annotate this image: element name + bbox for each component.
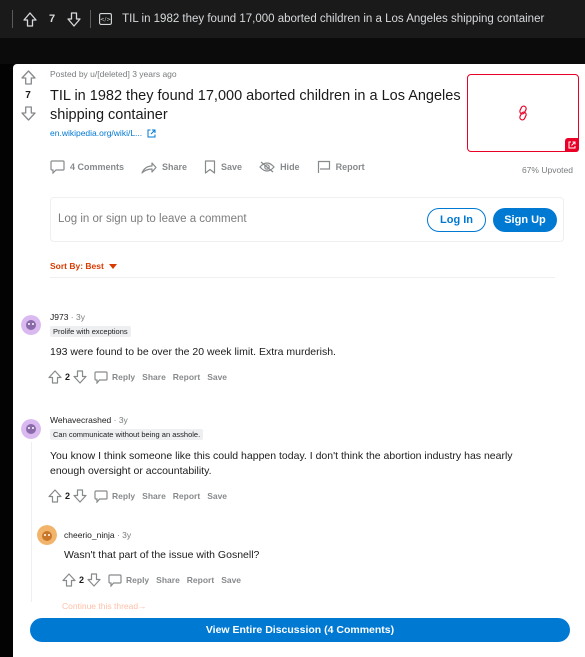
comment-age: · 3y: [68, 312, 85, 322]
post-score: 7: [25, 90, 31, 101]
report-button[interactable]: Report: [317, 160, 365, 174]
svg-text:</>: </>: [100, 17, 111, 23]
post-card: 7 Posted by u/[deleted] 3 years ago TIL …: [13, 64, 585, 657]
report-button[interactable]: Report: [173, 491, 200, 501]
link-icon: [516, 105, 530, 121]
flag-icon: [317, 160, 331, 174]
downvote-icon[interactable]: [20, 106, 36, 121]
comment-author[interactable]: J973 · 3y: [50, 312, 85, 322]
comment-icon: [50, 160, 65, 174]
comment-icon: [108, 573, 122, 587]
background-strip: [0, 38, 585, 64]
post-type-icon: </>: [99, 13, 113, 25]
hide-button[interactable]: Hide: [259, 161, 300, 173]
reply-button[interactable]: Reply: [94, 489, 136, 503]
report-button[interactable]: Report: [173, 372, 200, 382]
top-score: 7: [49, 13, 56, 25]
post-actions: 4 Comments Share Save Hide Report: [50, 160, 382, 174]
comment-body: You know I think someone like this could…: [50, 450, 513, 477]
view-entire-discussion-button[interactable]: View Entire Discussion (4 Comments): [30, 618, 570, 642]
comment-author[interactable]: Wehavecrashed · 3y: [50, 415, 128, 425]
comment-score: 2: [65, 372, 71, 382]
post-domain-link[interactable]: en.wikipedia.org/wiki/L...: [50, 128, 156, 138]
reply-button[interactable]: Reply: [108, 573, 150, 587]
share-button[interactable]: Share: [156, 575, 180, 585]
comment-score: 2: [65, 491, 71, 501]
avatar[interactable]: [37, 525, 57, 545]
upvote-icon[interactable]: [20, 70, 36, 85]
reply-button[interactable]: Reply: [94, 370, 136, 384]
reply-label: Reply: [126, 575, 150, 585]
thread-line[interactable]: [31, 442, 32, 602]
comment-score: 2: [79, 575, 85, 585]
hide-eye-icon: [259, 161, 275, 173]
divider: [50, 277, 555, 278]
author-name[interactable]: cheerio_ninja: [64, 530, 115, 540]
signup-button[interactable]: Sign Up: [493, 208, 557, 232]
caret-down-icon: [108, 263, 117, 269]
comment-icon: [94, 489, 108, 503]
post-title[interactable]: TIL in 1982 they found 17,000 aborted ch…: [50, 87, 470, 125]
upvote-icon[interactable]: [62, 573, 76, 587]
divider: [12, 10, 13, 28]
comment-author[interactable]: cheerio_ninja · 3y: [64, 530, 131, 540]
external-link-icon: [565, 138, 579, 152]
author-name[interactable]: Wehavecrashed: [50, 415, 111, 425]
downvote-icon[interactable]: [67, 11, 81, 27]
downvote-icon[interactable]: [87, 573, 101, 587]
sort-label: Sort By: Best: [50, 261, 104, 271]
avatar[interactable]: [21, 315, 41, 335]
share-button[interactable]: Share: [142, 491, 166, 501]
comment-age: · 3y: [114, 530, 132, 540]
comment-actions: 2 Reply Share Report Save: [48, 489, 227, 503]
save-button[interactable]: Save: [221, 575, 241, 585]
login-button[interactable]: Log In: [427, 208, 486, 232]
save-label: Save: [221, 162, 243, 172]
post-meta: Posted by u/[deleted] 3 years ago: [50, 69, 177, 79]
upvote-icon[interactable]: [23, 11, 37, 27]
upvote-icon[interactable]: [48, 489, 62, 503]
vote-column: 7: [19, 70, 37, 121]
comment-body: Wasn't that part of the issue with Gosne…: [64, 549, 260, 561]
share-label: Share: [162, 162, 188, 172]
comment-actions: 2 Reply Share Report Save: [62, 573, 241, 587]
divider: [90, 10, 92, 28]
external-link-icon: [147, 129, 156, 138]
comments-button[interactable]: 4 Comments: [50, 160, 124, 174]
login-prompt-box: Log in or sign up to leave a comment Log…: [50, 197, 564, 242]
sort-dropdown[interactable]: Sort By: Best: [50, 261, 117, 271]
user-flair: Can communicate without being an asshole…: [50, 429, 204, 440]
user-flair: Prolife with exceptions: [50, 326, 131, 337]
upvote-ratio: 67% Upvoted: [521, 165, 573, 175]
top-post-title[interactable]: TIL in 1982 they found 17,000 aborted ch…: [122, 13, 544, 25]
link-thumbnail[interactable]: [467, 74, 579, 152]
bookmark-icon: [204, 160, 216, 174]
hide-label: Hide: [280, 162, 300, 172]
author-name[interactable]: J973: [50, 312, 68, 322]
comment-body: 193 were found to be over the 20 week li…: [50, 346, 336, 358]
upvote-icon[interactable]: [48, 370, 62, 384]
comment-age: · 3y: [111, 415, 128, 425]
share-icon: [141, 161, 157, 174]
login-prompt-text: Log in or sign up to leave a comment: [58, 213, 247, 225]
comment-icon: [94, 370, 108, 384]
post-top-bar: 7 </> TIL in 1982 they found 17,000 abor…: [0, 0, 585, 38]
report-button[interactable]: Report: [187, 575, 214, 585]
downvote-icon[interactable]: [73, 370, 87, 384]
save-button[interactable]: Save: [207, 372, 227, 382]
share-button[interactable]: Share: [142, 372, 166, 382]
comment-actions: 2 Reply Share Report Save: [48, 370, 227, 384]
share-button[interactable]: Share: [141, 161, 187, 174]
reply-label: Reply: [112, 372, 136, 382]
comments-label: 4 Comments: [70, 162, 125, 172]
reply-label: Reply: [112, 491, 136, 501]
post-domain[interactable]: en.wikipedia.org/wiki/L...: [50, 128, 142, 138]
avatar[interactable]: [21, 419, 41, 439]
report-label: Report: [335, 162, 365, 172]
continue-thread-link[interactable]: Continue this thread→: [62, 601, 147, 611]
downvote-icon[interactable]: [73, 489, 87, 503]
save-button[interactable]: Save: [204, 160, 242, 174]
save-button[interactable]: Save: [207, 491, 227, 501]
